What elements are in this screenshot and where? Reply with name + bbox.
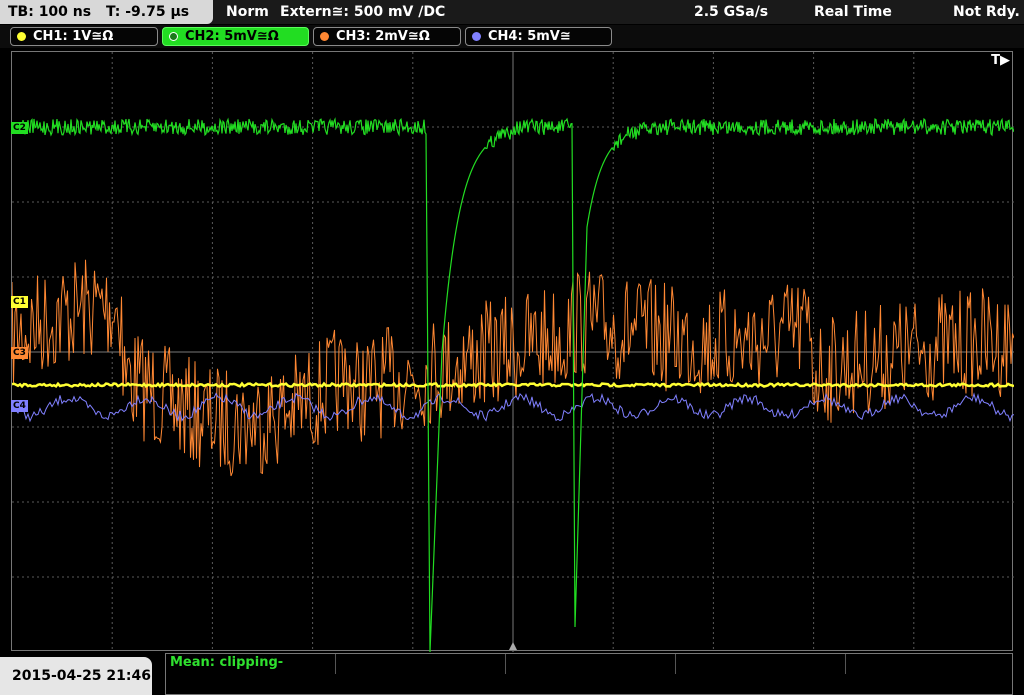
waveform-canvas	[12, 52, 1014, 652]
ch3-dot-icon	[320, 32, 329, 41]
trigger-source[interactable]: Extern≅: 500 mV ∕DC	[280, 0, 445, 24]
channel-tab-ch4[interactable]: CH4: 5mV≅	[465, 27, 612, 46]
ch1-dot-icon	[17, 32, 26, 41]
ch4-dot-icon	[472, 32, 481, 41]
timebase-value: TB: 100 ns	[8, 4, 92, 20]
trigger-position-icon: T▶	[991, 53, 1010, 68]
channel-label: CH1: 1V≅Ω	[33, 29, 114, 44]
status-bar: TB: 100 ns T: -9.75 µs Norm Extern≅: 500…	[0, 0, 1024, 24]
channel-tab-ch1[interactable]: CH1: 1V≅Ω	[10, 27, 158, 46]
trigger-mode[interactable]: Norm	[226, 0, 269, 24]
channel-tab-row: CH1: 1V≅Ω CH2: 5mV≅Ω CH3: 2mV≅Ω CH4: 5mV…	[0, 25, 1024, 48]
channel-tab-ch3[interactable]: CH3: 2mV≅Ω	[313, 27, 461, 46]
channel-tab-ch2[interactable]: CH2: 5mV≅Ω	[162, 27, 309, 46]
sample-rate: 2.5 GSa/s	[694, 4, 769, 20]
measurement-text: Mean: clipping-	[170, 655, 284, 670]
measure-cell	[506, 654, 676, 674]
measure-cell	[676, 654, 846, 674]
acquisition-state: Not Rdy.	[953, 4, 1020, 20]
ch1-ref-marker[interactable]: C1	[11, 296, 28, 308]
ch4-ref-marker[interactable]: C4	[11, 400, 28, 412]
ch2-ref-marker[interactable]: C2	[11, 122, 28, 134]
ch2-dot-icon	[169, 32, 178, 41]
measurement-panel[interactable]: Mean: clipping-	[165, 653, 1013, 695]
trigger-bottom-marker-icon	[509, 642, 517, 650]
channel-label: CH2: 5mV≅Ω	[185, 29, 279, 44]
channel-label: CH4: 5mV≅	[488, 29, 571, 44]
date-time: 2015-04-25 21:46	[0, 657, 152, 695]
channel-label: CH3: 2mV≅Ω	[336, 29, 430, 44]
waveform-display[interactable]	[11, 51, 1014, 652]
measure-cell	[336, 654, 506, 674]
ch3-ref-marker[interactable]: C3	[11, 347, 28, 359]
acquisition-mode: Real Time	[814, 4, 892, 20]
timebase-box[interactable]: TB: 100 ns T: -9.75 µs	[0, 0, 213, 24]
trigger-time-value: T: -9.75 µs	[105, 4, 190, 20]
